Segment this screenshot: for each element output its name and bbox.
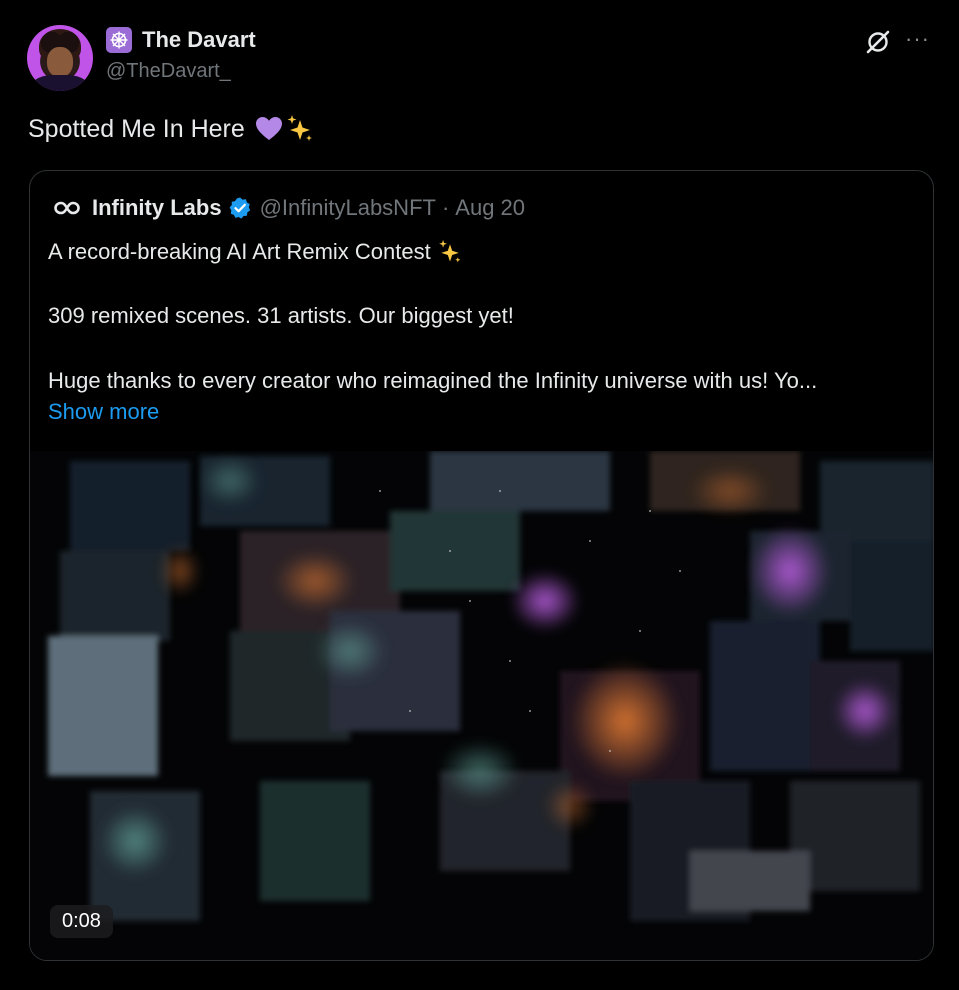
tweet-text-content: Spotted Me In Here: [28, 114, 245, 143]
quoted-author-handle[interactable]: @InfinityLabsNFT: [260, 195, 436, 221]
quoted-text-line-3: Huge thanks to every creator who reimagi…: [48, 368, 818, 393]
quoted-author-name[interactable]: Infinity Labs: [92, 195, 222, 221]
purple-heart-icon: [255, 117, 282, 140]
author-line: The Davart: [106, 27, 256, 53]
quoted-separator: ·: [441, 195, 450, 220]
quoted-header: Infinity Labs @InfinityLabsNFT · Aug 20: [54, 195, 525, 221]
quoted-text-line-2: 309 remixed scenes. 31 artists. Our bigg…: [48, 303, 514, 328]
show-more-link[interactable]: Show more: [48, 399, 159, 425]
video-duration: 0:08: [50, 905, 113, 938]
grok-icon[interactable]: [864, 28, 892, 56]
sparkles-icon: [287, 115, 312, 141]
tweet-text: Spotted Me In Here: [28, 114, 315, 144]
quoted-date[interactable]: Aug 20: [455, 195, 525, 221]
video-thumbnail: [30, 451, 933, 960]
avatar-face: [47, 47, 73, 77]
quoted-text-line-1-content: A record-breaking AI Art Remix Contest: [48, 239, 431, 264]
author-avatar[interactable]: [27, 25, 93, 91]
author-handle[interactable]: @TheDavart_: [106, 60, 231, 83]
quoted-tweet[interactable]: Infinity Labs @InfinityLabsNFT · Aug 20 …: [29, 170, 934, 961]
infinity-logo-icon: [54, 201, 80, 215]
dharma-wheel-icon: [106, 27, 132, 53]
more-options-icon[interactable]: ···: [905, 26, 930, 52]
verified-badge-icon: [229, 197, 250, 219]
sparkles-icon: [438, 239, 461, 263]
author-name[interactable]: The Davart: [142, 27, 256, 53]
avatar-shirt: [33, 75, 87, 91]
quoted-text-line-1: A record-breaking AI Art Remix Contest: [48, 239, 463, 265]
video-player[interactable]: 0:08: [30, 451, 933, 960]
tweet[interactable]: The Davart @TheDavart_ ··· Spotted Me In…: [0, 0, 959, 990]
